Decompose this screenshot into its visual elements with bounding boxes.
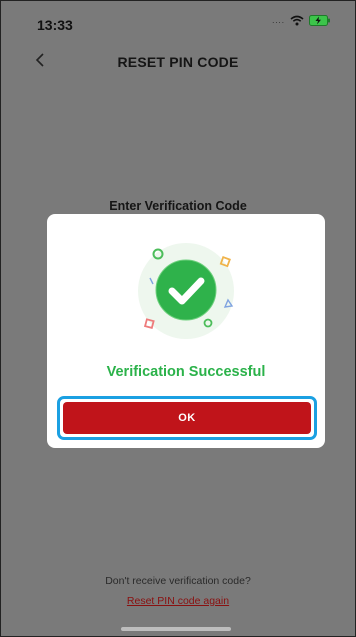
status-bar: 13:33 ....	[11, 1, 345, 37]
signal-dots: ....	[272, 16, 285, 25]
reset-pin-again-link[interactable]: Reset PIN code again	[11, 595, 345, 607]
nav-bar: RESET PIN CODE	[11, 43, 345, 79]
success-check-icon	[128, 234, 244, 344]
home-indicator	[121, 627, 231, 631]
device-frame: 13:33 .... RESET PIN CODE Enter Verifica…	[0, 0, 356, 637]
resend-hint: Don't receive verification code?	[105, 575, 251, 587]
page-title: RESET PIN CODE	[117, 54, 239, 70]
battery-charging-icon	[309, 15, 331, 26]
wifi-icon	[290, 15, 304, 26]
ok-button-focus-ring: OK	[57, 396, 317, 440]
ok-button[interactable]: OK	[63, 402, 311, 434]
success-message: Verification Successful	[106, 364, 266, 380]
verification-heading: Enter Verification Code	[109, 199, 247, 213]
status-icons: ....	[272, 15, 331, 26]
success-dialog: Verification Successful OK	[47, 214, 325, 448]
app-screen: 13:33 .... RESET PIN CODE Enter Verifica…	[11, 1, 345, 636]
status-time: 13:33	[37, 17, 73, 33]
